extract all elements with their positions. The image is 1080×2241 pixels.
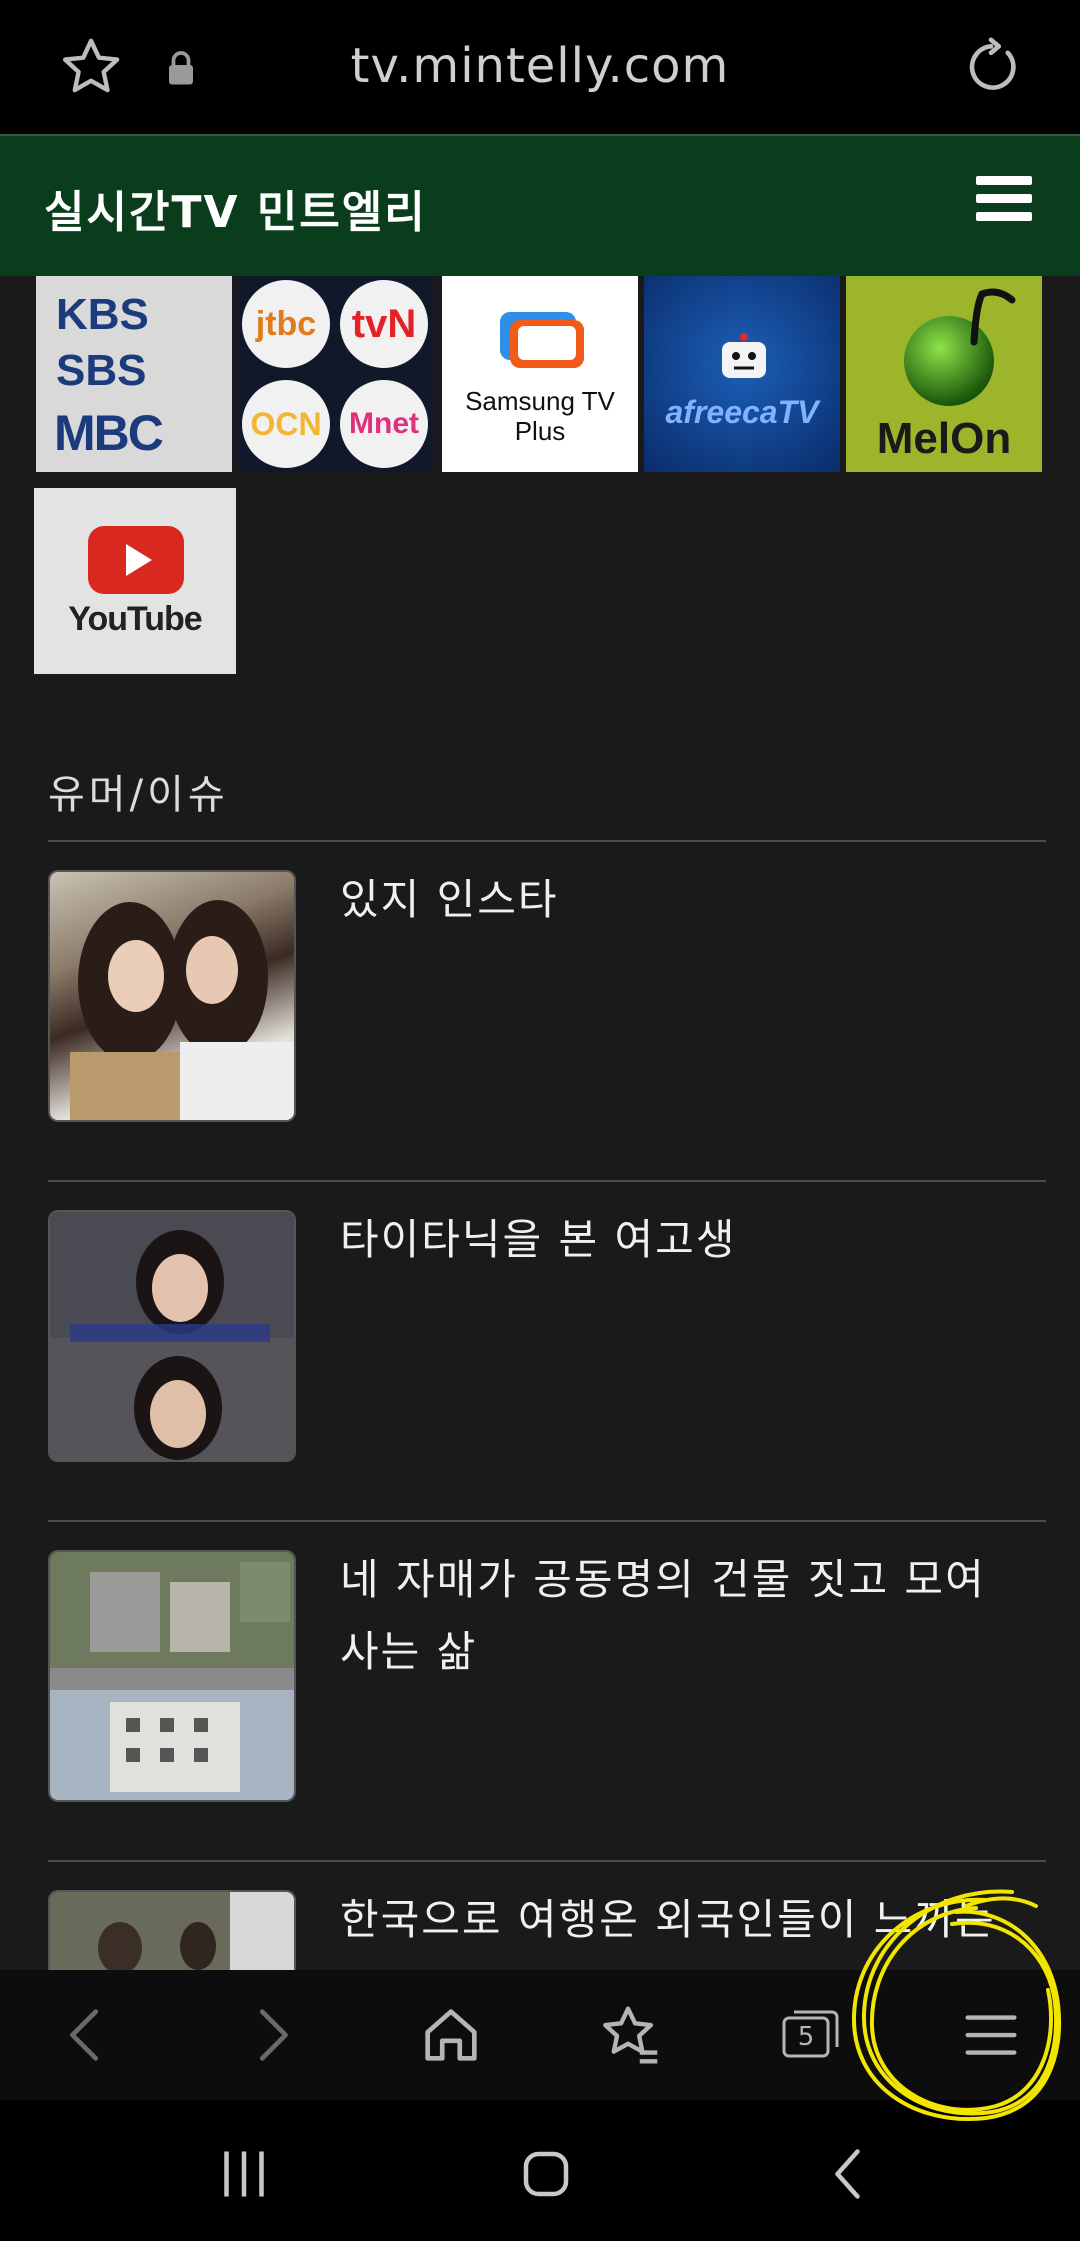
tab-count: 5 bbox=[797, 2022, 815, 2052]
divider bbox=[48, 1180, 1046, 1182]
article-thumbnail[interactable] bbox=[48, 1210, 296, 1462]
article-title[interactable]: 있지 인스타 bbox=[340, 864, 1020, 936]
ocn-logo: OCN bbox=[242, 380, 330, 468]
mnet-logo: Mnet bbox=[340, 380, 428, 468]
youtube-play-icon bbox=[88, 526, 184, 594]
bookmarks-icon[interactable] bbox=[596, 2000, 666, 2070]
divider bbox=[48, 840, 1046, 842]
melon-stem-icon bbox=[970, 288, 1016, 346]
article-thumbnail[interactable] bbox=[48, 1890, 296, 1970]
recent-apps-icon[interactable] bbox=[214, 2144, 274, 2204]
site-header: 실시간TV 민트엘리 bbox=[0, 134, 1080, 276]
thumbnail-image-icon bbox=[50, 1212, 294, 1460]
channel-tile-broadcast[interactable]: KBS SBS MBC bbox=[36, 276, 232, 472]
channel-tile-samsung-tv-plus[interactable]: Samsung TV Plus bbox=[442, 276, 638, 472]
channel-tile-afreecatv[interactable]: afreecaTV bbox=[644, 276, 840, 472]
divider bbox=[48, 1520, 1046, 1522]
article-title[interactable]: 네 자매가 공동명의 건물 짓고 모여 사는 삶 bbox=[340, 1544, 1020, 1688]
reload-icon[interactable] bbox=[960, 36, 1022, 98]
samsung-tv-plus-label: Samsung TV Plus bbox=[465, 386, 615, 446]
thumbnail-image-icon bbox=[50, 1892, 294, 1970]
hamburger-icon-line bbox=[976, 176, 1032, 185]
tvn-logo: tvN bbox=[340, 280, 428, 368]
tabs-button[interactable]: 5 bbox=[780, 2004, 842, 2064]
url-text[interactable]: tv.mintelly.com bbox=[0, 38, 1080, 94]
site-menu-button[interactable] bbox=[976, 176, 1032, 224]
section-title: 유머/이슈 bbox=[48, 772, 229, 818]
divider bbox=[48, 1860, 1046, 1862]
hamburger-icon-line bbox=[976, 212, 1032, 221]
afreeca-mascot-icon bbox=[722, 333, 766, 378]
home-icon[interactable] bbox=[416, 2000, 486, 2070]
thumbnail-image-icon bbox=[50, 1552, 294, 1800]
afreecatv-label: afreecaTV bbox=[665, 394, 819, 430]
home-nav-icon[interactable] bbox=[516, 2144, 576, 2204]
forward-icon[interactable] bbox=[236, 2000, 306, 2070]
back-icon[interactable] bbox=[52, 2000, 122, 2070]
article-thumbnail[interactable] bbox=[48, 870, 296, 1122]
kbs-logo: KBS bbox=[56, 290, 149, 339]
browser-url-bar: tv.mintelly.com bbox=[0, 0, 1080, 134]
mbc-logo: MBC bbox=[54, 405, 164, 461]
channel-tile-cable[interactable]: jtbc tvN OCN Mnet bbox=[238, 276, 434, 472]
sbs-logo: SBS bbox=[56, 346, 147, 395]
channel-tile-melon[interactable]: MelOn bbox=[846, 276, 1042, 472]
hamburger-icon-line bbox=[976, 194, 1032, 203]
article-title[interactable]: 타이타닉을 본 여고생 bbox=[340, 1204, 1020, 1276]
channel-tile-youtube[interactable]: YouTube bbox=[34, 488, 236, 674]
youtube-label: YouTube bbox=[68, 600, 202, 638]
annotation-circle-icon bbox=[851, 1889, 1062, 2121]
samsung-tv-plus-icon bbox=[500, 312, 584, 368]
site-title[interactable]: 실시간TV 민트엘리 bbox=[44, 176, 427, 240]
melon-label: MelOn bbox=[876, 414, 1012, 463]
back-nav-icon[interactable] bbox=[820, 2144, 880, 2204]
thumbnail-image-icon bbox=[70, 900, 294, 1120]
jtbc-logo: jtbc bbox=[242, 280, 330, 368]
article-thumbnail[interactable] bbox=[48, 1550, 296, 1802]
